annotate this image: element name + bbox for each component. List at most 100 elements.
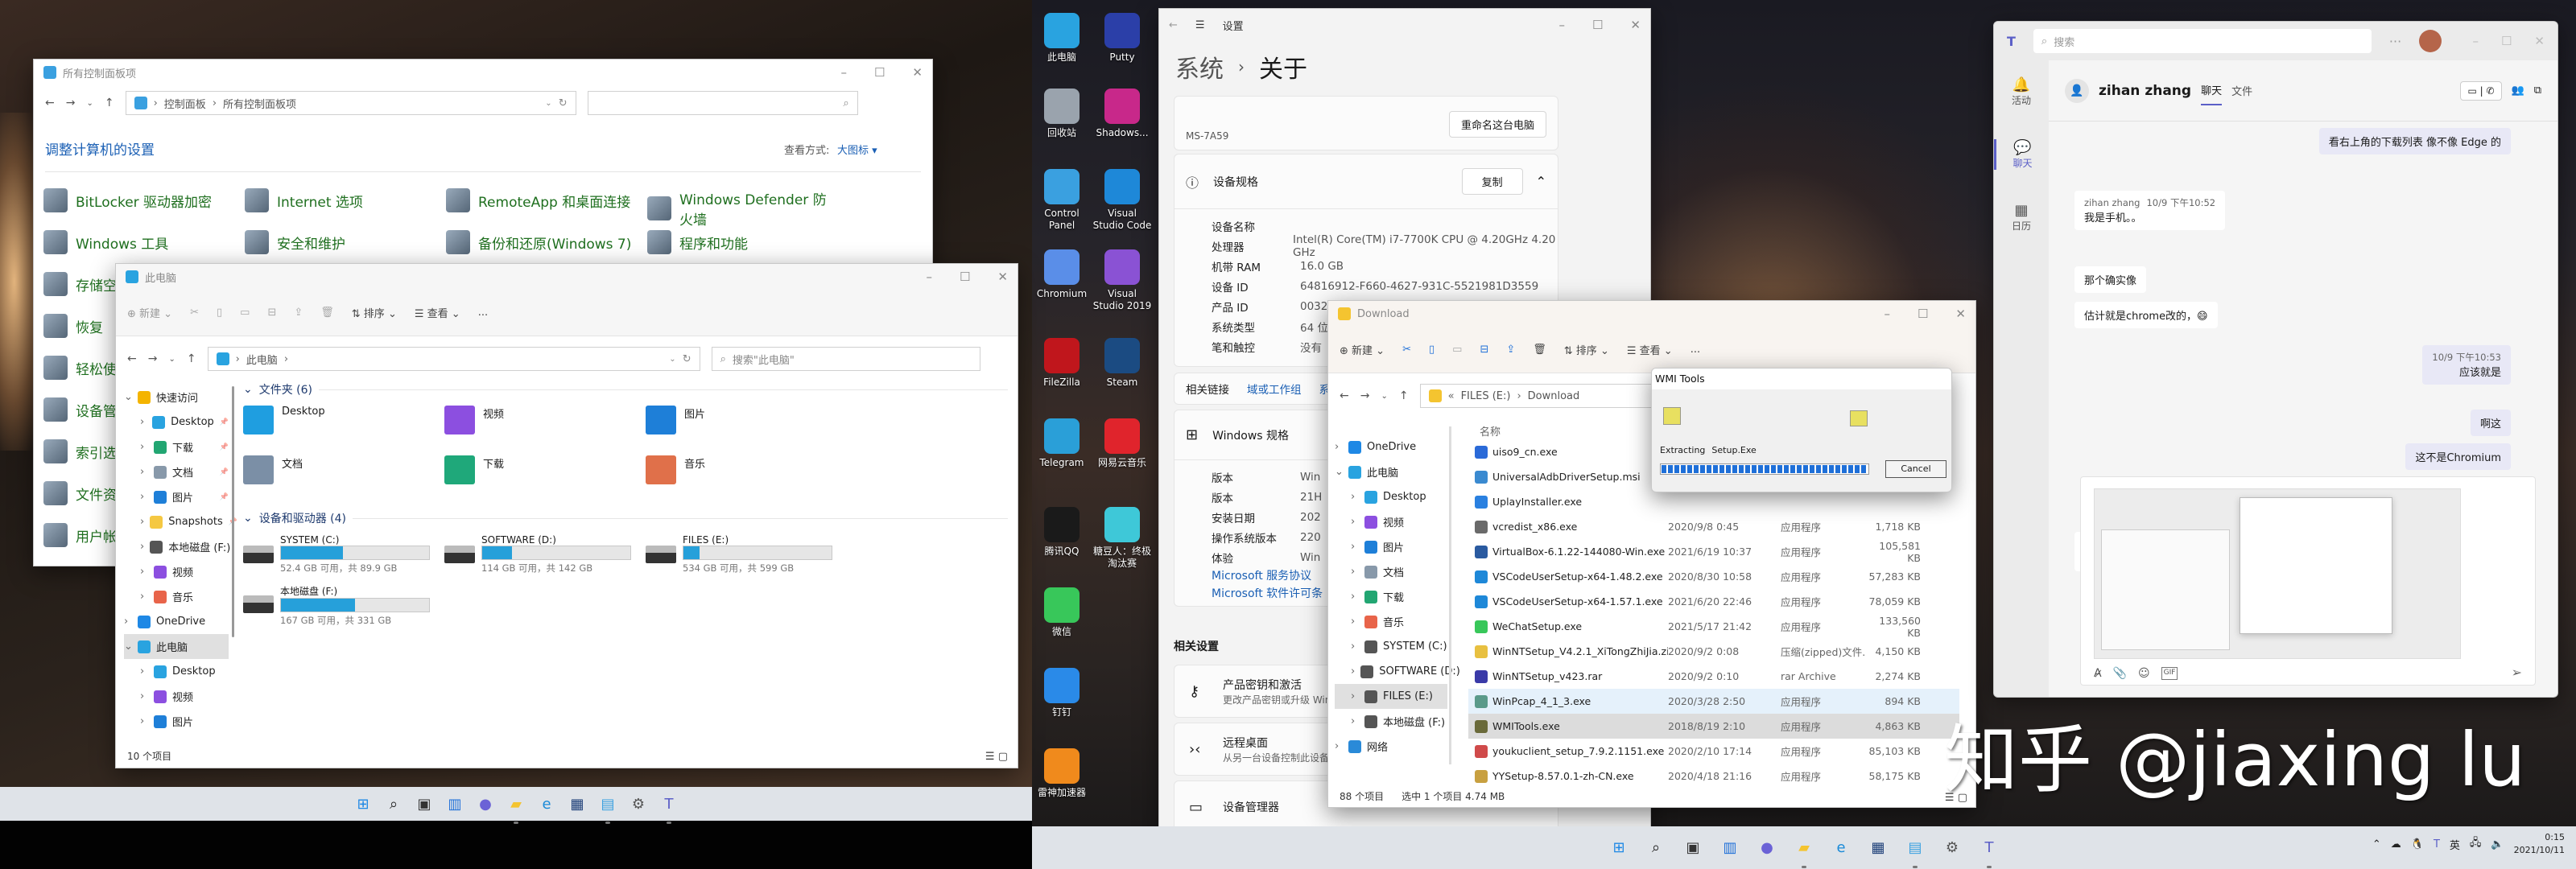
- forward-arrow-icon[interactable]: →: [1360, 389, 1370, 402]
- tab-chat[interactable]: 聊天: [2201, 76, 2223, 105]
- nav-item[interactable]: › 音乐: [124, 584, 229, 609]
- up-arrow-icon[interactable]: ↑: [105, 97, 114, 109]
- chevron-right-icon[interactable]: ›: [140, 566, 148, 578]
- chevron-right-icon[interactable]: ›: [1335, 441, 1343, 453]
- desktop-icon[interactable]: Visual Studio Code: [1092, 169, 1152, 232]
- close-button[interactable]: ✕: [912, 65, 923, 80]
- file-row[interactable]: UplayInstaller.exe: [1468, 489, 1959, 514]
- drive-tile[interactable]: 本地磁盘 (F:) 167 GB 可用，共 331 GB: [243, 584, 430, 627]
- desktop-icon[interactable]: 微信: [1032, 587, 1092, 638]
- copy-icon[interactable]: ▯: [1429, 344, 1435, 356]
- file-row[interactable]: WinNTSetup_V4.2.1_XiTongZhiJia.zip 2020/9…: [1468, 639, 1959, 664]
- close-button[interactable]: ✕: [2534, 34, 2545, 48]
- nav-item[interactable]: › Desktop 📌: [124, 410, 229, 434]
- chevron-right-icon[interactable]: ›: [1351, 690, 1359, 702]
- network-icon[interactable]: 🖧: [2470, 835, 2482, 853]
- file-row[interactable]: youkuclient_setup_7.9.2.1151.exe 2020/2/1…: [1468, 739, 1959, 764]
- nav-item[interactable]: › 文档 📌: [124, 459, 229, 484]
- breadcrumb-item[interactable]: 所有控制面板项: [223, 96, 296, 111]
- nav-item[interactable]: › 视频: [124, 559, 229, 584]
- file-row[interactable]: VSCodeUserSetup-x64-1.48.2.exe 2020/8/30 …: [1468, 564, 1959, 589]
- recent-dropdown-icon[interactable]: ⌄: [168, 355, 175, 364]
- minimize-button[interactable]: –: [1558, 18, 1565, 32]
- sent-message[interactable]: 这不是Chromium: [2405, 443, 2511, 470]
- control-panel-item[interactable]: Windows Defender 防火墙: [647, 188, 837, 229]
- cut-icon[interactable]: ✂: [190, 307, 199, 319]
- refresh-icon[interactable]: ↻: [683, 353, 691, 365]
- control-panel-item[interactable]: 安全和维护: [245, 230, 435, 254]
- chevron-right-icon[interactable]: ›: [1351, 516, 1359, 528]
- teams-search-input[interactable]: ⌕ 搜索: [2033, 29, 2372, 53]
- recent-dropdown-icon[interactable]: ⌄: [1381, 392, 1387, 401]
- user-avatar[interactable]: [2419, 30, 2442, 52]
- compose-box[interactable]: A̷ 📎 ☺ GIF ➢: [2080, 476, 2536, 686]
- video-call-icon[interactable]: ▭: [2467, 85, 2476, 97]
- maximize-button[interactable]: ☐: [1592, 18, 1603, 32]
- desktop-icon[interactable]: Visual Studio 2019: [1092, 249, 1152, 312]
- received-message[interactable]: 估计就是chrome改的，😄: [2074, 302, 2218, 328]
- view-toggle-icons[interactable]: ☰ ▢: [985, 751, 1008, 763]
- chevron-right-icon[interactable]: ›: [1351, 541, 1359, 553]
- chevron-right-icon[interactable]: ›: [140, 715, 148, 727]
- share-icon[interactable]: ⇪: [1506, 344, 1515, 356]
- copy-icon[interactable]: ▯: [217, 307, 222, 319]
- domain-workgroup-link[interactable]: 域或工作组: [1247, 381, 1302, 397]
- breadcrumb-parent[interactable]: 系统: [1175, 49, 1224, 84]
- view-button[interactable]: ☰ 查看 ⌄: [1627, 342, 1673, 357]
- drive-tile[interactable]: FILES (E:) 534 GB 可用，共 599 GB: [646, 534, 832, 575]
- chat-meet-icon[interactable]: ●: [473, 791, 498, 817]
- sent-message[interactable]: 啊这: [2470, 410, 2511, 436]
- desktop-icon[interactable]: Chromium: [1032, 249, 1092, 300]
- desktop-icon[interactable]: Control Panel: [1032, 169, 1092, 232]
- sent-message[interactable]: 10/9 下午10:53 应该就是: [2422, 345, 2511, 385]
- delete-icon[interactable]: 🗑: [1533, 344, 1546, 356]
- nav-item[interactable]: › FILES (E:): [1335, 684, 1447, 709]
- file-row[interactable]: YYSetup-8.57.0.1-zh-CN.exe 2020/4/18 21:1…: [1468, 764, 1959, 789]
- settings-icon[interactable]: ⚙: [625, 791, 651, 817]
- share-icon[interactable]: ⇪: [294, 307, 303, 319]
- breadcrumb-item[interactable]: Download: [1528, 390, 1580, 402]
- forward-arrow-icon[interactable]: →: [148, 352, 158, 365]
- desktop-icon[interactable]: FileZilla: [1032, 338, 1092, 389]
- tab-files[interactable]: 文件: [2231, 83, 2252, 98]
- ime-indicator[interactable]: 英: [2450, 837, 2460, 852]
- breadcrumb-item[interactable]: 控制面板: [164, 96, 206, 111]
- chevron-down-icon[interactable]: ⌄: [124, 640, 133, 653]
- minimize-button[interactable]: –: [840, 65, 847, 80]
- desktop-icon[interactable]: 糖豆人：终极淘汰赛: [1092, 507, 1152, 570]
- call-buttons[interactable]: ▭ | ✆: [2460, 80, 2502, 101]
- chevron-right-icon[interactable]: ›: [140, 516, 144, 528]
- chevron-right-icon[interactable]: ›: [1351, 665, 1355, 677]
- nav-item[interactable]: › 图片: [124, 709, 229, 734]
- control-panel-item[interactable]: Internet 选项: [245, 188, 435, 212]
- rename-icon[interactable]: ⊟: [267, 307, 276, 319]
- volume-icon[interactable]: 🔈: [2491, 838, 2504, 850]
- hamburger-menu-icon[interactable]: ☰: [1195, 19, 1205, 31]
- chevron-right-icon[interactable]: ›: [140, 665, 148, 677]
- file-row[interactable]: WMITools.exe 2018/8/19 2:10 应用程序 4,863 KB: [1468, 714, 1959, 739]
- emoji-icon[interactable]: ☺: [2138, 667, 2150, 680]
- start-icon[interactable]: ⊞: [1606, 835, 1632, 861]
- control-panel-icon[interactable]: ▤: [1902, 835, 1928, 868]
- nav-item[interactable]: › SYSTEM (C:): [1335, 634, 1447, 659]
- nav-scrollbar[interactable]: [232, 386, 234, 637]
- close-button[interactable]: ✕: [997, 270, 1008, 284]
- control-panel-icon[interactable]: ▤: [595, 791, 621, 824]
- nav-item[interactable]: › 网络: [1335, 734, 1447, 759]
- nav-item[interactable]: › 本地磁盘 (F:): [124, 534, 230, 559]
- desktop-icon[interactable]: 钉钉: [1032, 668, 1092, 719]
- up-arrow-icon[interactable]: ↑: [1399, 389, 1409, 402]
- sort-button[interactable]: ⇅ 排序 ⌄: [1564, 342, 1609, 357]
- desktop-icon[interactable]: 腾讯QQ: [1032, 507, 1092, 558]
- send-icon[interactable]: ➢: [2512, 665, 2522, 680]
- refresh-icon[interactable]: ↻: [559, 97, 568, 109]
- breadcrumb-item[interactable]: 此电脑: [246, 352, 278, 367]
- breadcrumb-item[interactable]: FILES (E:): [1461, 390, 1511, 402]
- edge-icon[interactable]: e: [1828, 835, 1854, 861]
- nav-item[interactable]: › 下载: [1335, 584, 1447, 609]
- chevron-right-icon[interactable]: ›: [1351, 640, 1359, 653]
- minimize-button[interactable]: –: [1884, 307, 1890, 321]
- control-panel-item[interactable]: Windows 工具: [43, 230, 233, 254]
- task-view-icon[interactable]: ▣: [1680, 835, 1706, 861]
- maximize-button[interactable]: ☐: [874, 65, 885, 80]
